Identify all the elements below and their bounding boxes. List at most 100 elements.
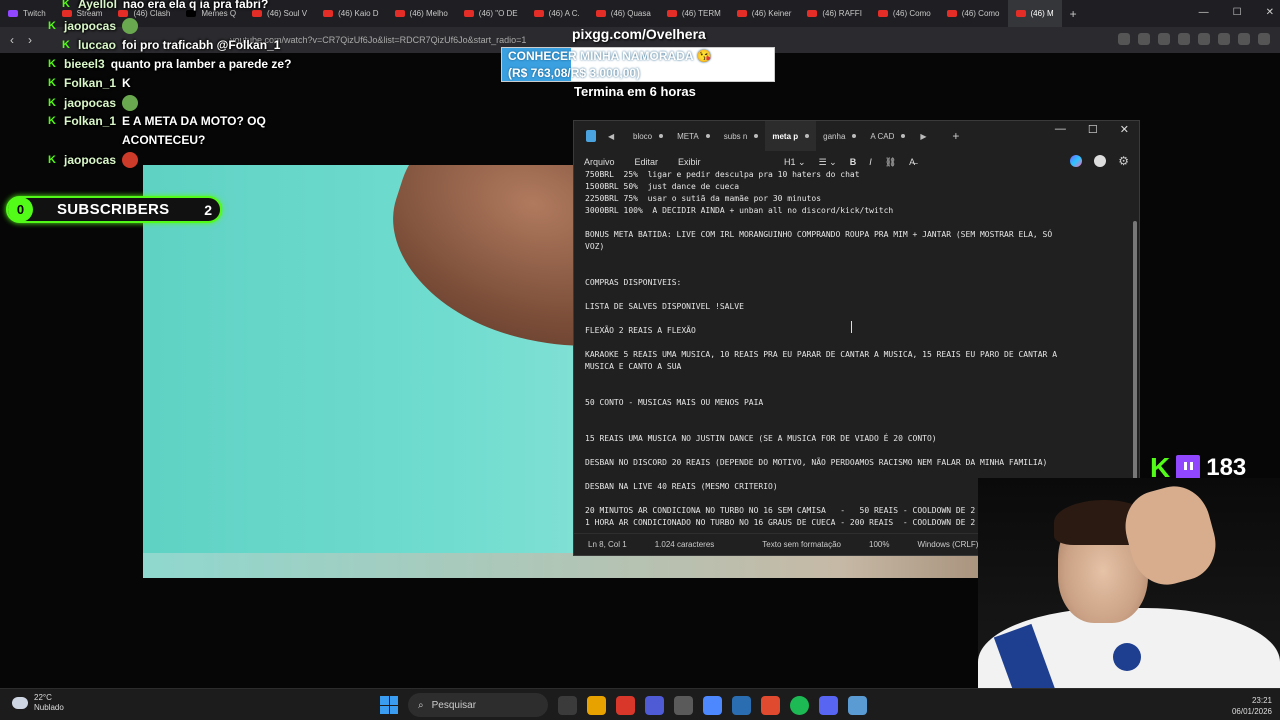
notepad-tab-label: meta p [772, 131, 799, 141]
unsaved-dot-icon[interactable] [754, 134, 759, 138]
maximize-icon[interactable]: ☐ [1088, 123, 1098, 136]
chat-username[interactable]: jaopocas [64, 96, 116, 110]
browser-tab[interactable]: (46) Como [939, 0, 1008, 27]
sidebar-icon[interactable] [1238, 33, 1250, 45]
notepad-icon[interactable] [848, 695, 867, 715]
youtube-icon [807, 10, 818, 17]
text-line: BONUS META BATIDA: LIVE COM IRL MORANGUI… [585, 230, 1053, 239]
browser-tab[interactable]: (46) "O DE [456, 0, 526, 27]
system-tray-clock[interactable]: 23:21 06/01/2026 [1232, 695, 1272, 717]
unsaved-dot-icon[interactable] [805, 134, 810, 138]
folder-icon[interactable] [587, 695, 606, 715]
taskbar: 22°C Nublado ⌕ Pesquisar 23:21 06/01/202… [0, 688, 1280, 720]
browser-tab-label: (46) Como [961, 9, 1000, 18]
chat-username[interactable]: Folkan_1 [64, 114, 116, 128]
unsaved-dot-icon[interactable] [852, 134, 857, 138]
browser-tab[interactable]: (46) RAFFI [799, 0, 870, 27]
new-tab-button[interactable]: + [1062, 7, 1085, 21]
minimize-icon[interactable]: — [1055, 123, 1066, 136]
browser-tab[interactable]: (46) Como [870, 0, 939, 27]
ai-icon[interactable] [674, 695, 693, 715]
chat-message: Kluccao foi pro traficabh @Folkan_1 [62, 38, 280, 52]
browser-tab-label: (46) TERM [681, 9, 721, 18]
app-icon[interactable] [645, 695, 664, 715]
clock-date: 06/01/2026 [1231, 707, 1272, 716]
settings-icon[interactable] [1258, 33, 1270, 45]
text-line: DESBAN NO DISCORD 20 REAIS (DEPENDE DO M… [585, 458, 1048, 467]
account-icon[interactable] [1094, 155, 1107, 167]
menu-item[interactable]: Exibir [668, 157, 711, 167]
weather-temp: 22°C [34, 693, 52, 702]
chat-text: nao era ela q ia pra fabri? [122, 0, 269, 11]
copilot-icon[interactable] [1070, 155, 1083, 167]
heading-dropdown[interactable]: H1 ⌄ [784, 157, 806, 168]
scroll-left-icon[interactable]: ◀ [608, 132, 626, 141]
browser-tab[interactable]: (46) Keiner [729, 0, 800, 27]
discord-icon[interactable] [819, 695, 838, 715]
chat-message: Kbieeel3 quanto pra lamber a parede ze? [48, 57, 291, 71]
minimize-icon[interactable]: — [1199, 7, 1209, 18]
brave-icon[interactable] [761, 695, 780, 715]
unsaved-dot-icon[interactable] [705, 134, 710, 138]
extension-icon[interactable] [1138, 33, 1150, 45]
remote-icon[interactable] [703, 695, 722, 715]
opera-icon[interactable] [616, 695, 635, 715]
chat-username[interactable]: luccao [78, 38, 116, 52]
scroll-right-icon[interactable]: ▶ [920, 132, 938, 141]
windows-start-icon[interactable] [380, 696, 398, 714]
extension-icon[interactable] [1158, 33, 1170, 45]
gear-icon[interactable]: ⚙ [1118, 154, 1129, 168]
close-icon[interactable]: ✕ [1120, 123, 1129, 136]
browser-tab[interactable]: (46) Kaio D [315, 0, 386, 27]
extension-icon[interactable] [1178, 33, 1190, 45]
notepad-tab-label: ganha [823, 131, 846, 141]
list-icon[interactable]: ☰ ⌄ [819, 157, 837, 168]
link-icon[interactable]: ⛓ [885, 157, 896, 168]
browser-tab[interactable]: (46) A C. [526, 0, 588, 27]
unsaved-dot-icon[interactable] [901, 134, 906, 138]
menu-item[interactable]: Arquivo [574, 157, 625, 167]
maximize-icon[interactable]: ☐ [1233, 7, 1242, 18]
file-explorer-icon[interactable] [558, 695, 577, 715]
browser-tab[interactable]: (46) TERM [659, 0, 729, 27]
notepad-scrollbar[interactable] [1133, 221, 1137, 521]
extension-icon[interactable] [1118, 33, 1130, 45]
chat-username[interactable]: Folkan_1 [64, 76, 116, 90]
weather-widget[interactable]: 22°C Nublado [12, 693, 64, 713]
menu-item[interactable]: Editar [625, 157, 669, 167]
browser-tab[interactable]: (46) Melho [387, 0, 456, 27]
clear-format-icon[interactable]: A̶ [909, 157, 915, 167]
youtube-icon [394, 10, 405, 17]
taskbar-search[interactable]: ⌕ Pesquisar [408, 693, 548, 717]
add-tab-icon[interactable]: + [952, 129, 959, 143]
steam-icon[interactable] [732, 695, 751, 715]
chat-username[interactable]: jaopocas [64, 153, 116, 167]
text-line: LISTA DE SALVES DISPONIVEL !SALVE [585, 302, 744, 311]
back-icon[interactable]: ‹ [10, 33, 14, 47]
forward-icon[interactable]: › [28, 33, 32, 47]
notepad-tab[interactable]: META [670, 121, 717, 151]
notepad-tab[interactable]: subs n [717, 121, 766, 151]
unsaved-dot-icon[interactable] [659, 134, 664, 138]
bold-button[interactable]: B [850, 157, 857, 167]
browser-tab[interactable]: (46) M [1007, 0, 1062, 27]
extension-icon[interactable] [1218, 33, 1230, 45]
notepad-tab[interactable]: ganha [816, 121, 863, 151]
notepad-tab[interactable]: bloco [626, 121, 670, 151]
chat-username[interactable]: bieeel3 [64, 57, 105, 71]
notepad-tab[interactable]: meta p [765, 121, 817, 151]
notepad-tab[interactable]: A CAD [863, 121, 912, 151]
chat-username[interactable]: Ayellol [78, 0, 117, 11]
italic-button[interactable]: I [869, 157, 872, 167]
spotify-icon[interactable] [790, 695, 809, 715]
youtube-icon [736, 10, 747, 17]
browser-tab[interactable]: Twitch [0, 0, 54, 27]
browser-tab[interactable]: (46) Quasa [588, 0, 659, 27]
chat-username[interactable]: jaopocas [64, 19, 116, 33]
extension-icon[interactable] [1198, 33, 1210, 45]
close-icon[interactable]: ✕ [1266, 7, 1274, 18]
